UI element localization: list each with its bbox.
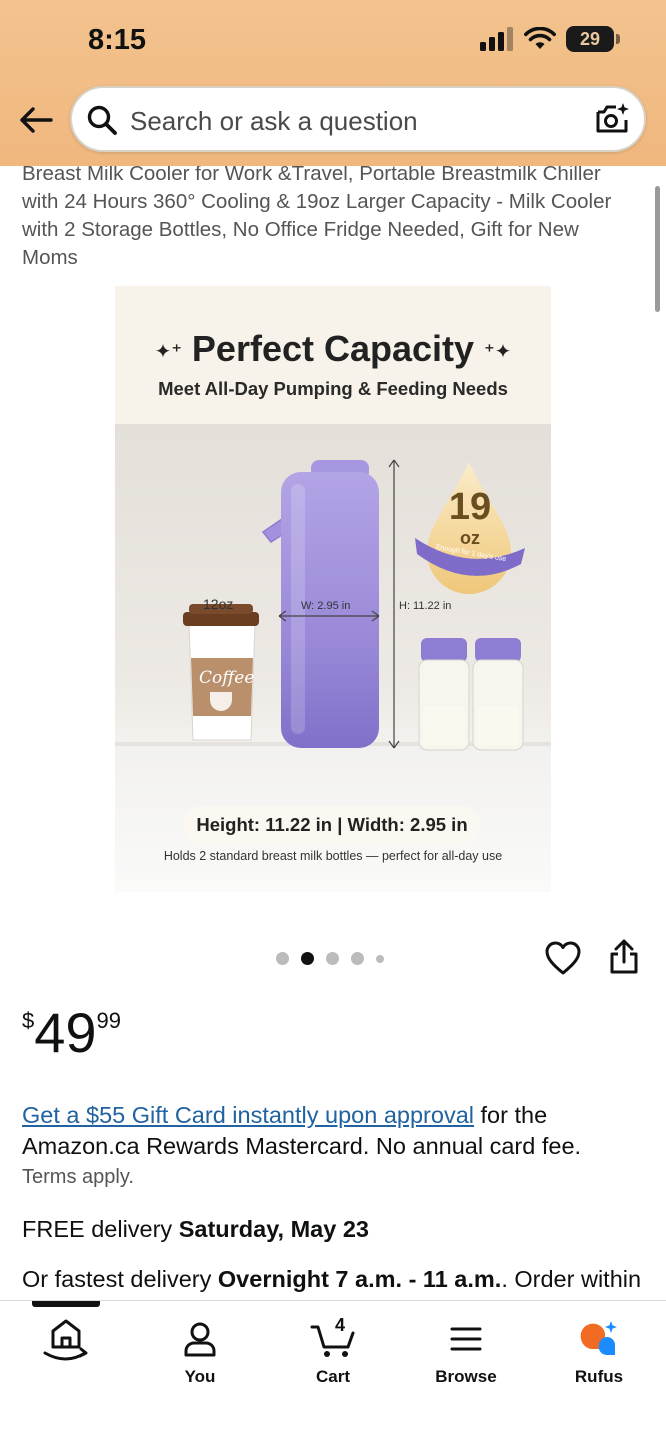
- back-arrow-icon: [20, 107, 53, 133]
- scrollbar[interactable]: [655, 186, 660, 312]
- nav-home[interactable]: [16, 1315, 116, 1367]
- signal-icon: [480, 27, 513, 51]
- carousel-dot[interactable]: [326, 952, 339, 965]
- wishlist-button[interactable]: [544, 940, 582, 981]
- coffee-size-label: 12oz: [203, 596, 234, 612]
- terms-apply: Terms apply.: [22, 1166, 134, 1188]
- active-tab-indicator: [32, 1301, 100, 1307]
- dimensions-label: Height: 11.22 in | Width: 2.95 in: [184, 806, 480, 844]
- nav-cart[interactable]: 4 Cart: [283, 1315, 383, 1387]
- top-header: 8:15 29 Search or ask a question: [0, 0, 666, 166]
- bottom-nav: You 4 Cart Browse Rufus: [0, 1300, 666, 1440]
- camera-icon[interactable]: [594, 101, 630, 137]
- share-button[interactable]: [606, 938, 642, 981]
- search-icon: [87, 105, 117, 135]
- carousel-dot[interactable]: [276, 952, 289, 965]
- nav-rufus[interactable]: Rufus: [549, 1315, 649, 1387]
- share-icon: [610, 939, 638, 974]
- price: $ 49 99: [22, 1001, 122, 1064]
- product-title[interactable]: Breast Milk Cooler for Work &Travel, Por…: [22, 160, 632, 272]
- carousel-dot[interactable]: [376, 954, 384, 963]
- status-icons: 29: [480, 26, 620, 52]
- sparkle-icon: ✦⁺: [154, 340, 182, 363]
- search-input[interactable]: Search or ask a question: [130, 106, 418, 137]
- cart-count: 4: [334, 1315, 345, 1335]
- image-subheadline: Meet All-Day Pumping & Feeding Needs: [158, 378, 508, 399]
- coffee-cup-label: Coffee: [199, 668, 255, 688]
- menu-icon: [450, 1327, 482, 1351]
- battery-indicator: 29: [566, 26, 620, 52]
- sparkle-icon: ⁺✦: [484, 340, 512, 363]
- product-image[interactable]: ✦⁺ Perfect Capacity ⁺✦ Meet All-Day Pump…: [115, 286, 551, 892]
- person-icon: [184, 1322, 216, 1357]
- image-caption: Holds 2 standard breast milk bottles — p…: [163, 849, 503, 863]
- image-headline: ✦⁺ Perfect Capacity ⁺✦: [154, 328, 512, 369]
- fastest-delivery: Or fastest delivery Overnight 7 a.m. - 1…: [22, 1266, 642, 1292]
- carousel-dot[interactable]: [351, 952, 364, 965]
- nav-you[interactable]: You: [150, 1315, 250, 1387]
- heart-icon: [545, 941, 581, 975]
- wifi-icon: [524, 27, 556, 49]
- width-label: W: 2.95 in: [301, 600, 351, 612]
- carousel-dot-active[interactable]: [301, 952, 314, 965]
- search-bar[interactable]: Search or ask a question: [70, 86, 646, 152]
- carousel-dots[interactable]: [276, 952, 384, 965]
- home-icon: [43, 1319, 88, 1361]
- rufus-icon: [580, 1321, 617, 1356]
- gift-card-offer-link[interactable]: Get a $55 Gift Card instantly upon appro…: [22, 1102, 474, 1128]
- capacity-number: 19: [448, 486, 492, 528]
- nav-browse[interactable]: Browse: [416, 1315, 516, 1387]
- free-delivery: FREE delivery Saturday, May 23: [22, 1216, 369, 1242]
- back-button[interactable]: [16, 100, 56, 140]
- status-time: 8:15: [88, 24, 147, 56]
- height-label: H: 11.22 in: [399, 600, 452, 612]
- card-offer: Get a $55 Gift Card instantly upon appro…: [22, 1102, 582, 1159]
